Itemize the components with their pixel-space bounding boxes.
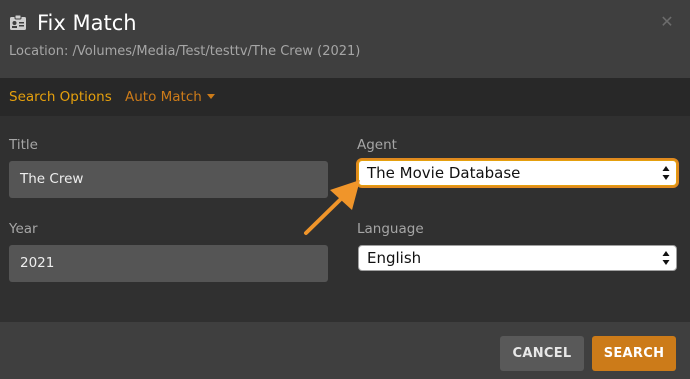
- year-label: Year: [9, 221, 38, 237]
- agent-select[interactable]: The Movie Database: [358, 160, 677, 186]
- language-label: Language: [357, 221, 424, 237]
- title-label: Title: [9, 137, 38, 153]
- id-card-icon: [10, 14, 26, 30]
- caret-down-icon: [206, 94, 215, 99]
- language-select-value: English: [367, 249, 422, 267]
- annotation-arrow-icon: [304, 180, 360, 235]
- fix-match-dialog: Fix Match Location: /Volumes/Media/Test/…: [0, 0, 690, 379]
- agent-label: Agent: [357, 137, 397, 153]
- select-arrows-icon: [662, 251, 670, 265]
- tab-auto-match-label: Auto Match: [125, 89, 202, 105]
- title-input[interactable]: The Crew: [9, 161, 328, 198]
- language-select[interactable]: English: [358, 245, 677, 271]
- year-input[interactable]: 2021: [9, 245, 328, 282]
- close-icon[interactable]: ✕: [657, 12, 677, 32]
- cancel-button[interactable]: CANCEL: [500, 336, 584, 371]
- dialog-title: Fix Match: [37, 11, 137, 35]
- tab-auto-match[interactable]: Auto Match: [125, 87, 215, 107]
- tab-search-options[interactable]: Search Options: [9, 87, 112, 107]
- dialog-header: Fix Match Location: /Volumes/Media/Test/…: [0, 0, 690, 78]
- agent-select-value: The Movie Database: [367, 164, 521, 182]
- select-arrows-icon: [662, 166, 670, 180]
- dialog-footer: CANCEL SEARCH: [0, 322, 690, 379]
- search-button[interactable]: SEARCH: [592, 336, 676, 371]
- location-path: Location: /Volumes/Media/Test/testtv/The…: [9, 44, 361, 59]
- tab-bar: Search Options Auto Match: [0, 78, 690, 116]
